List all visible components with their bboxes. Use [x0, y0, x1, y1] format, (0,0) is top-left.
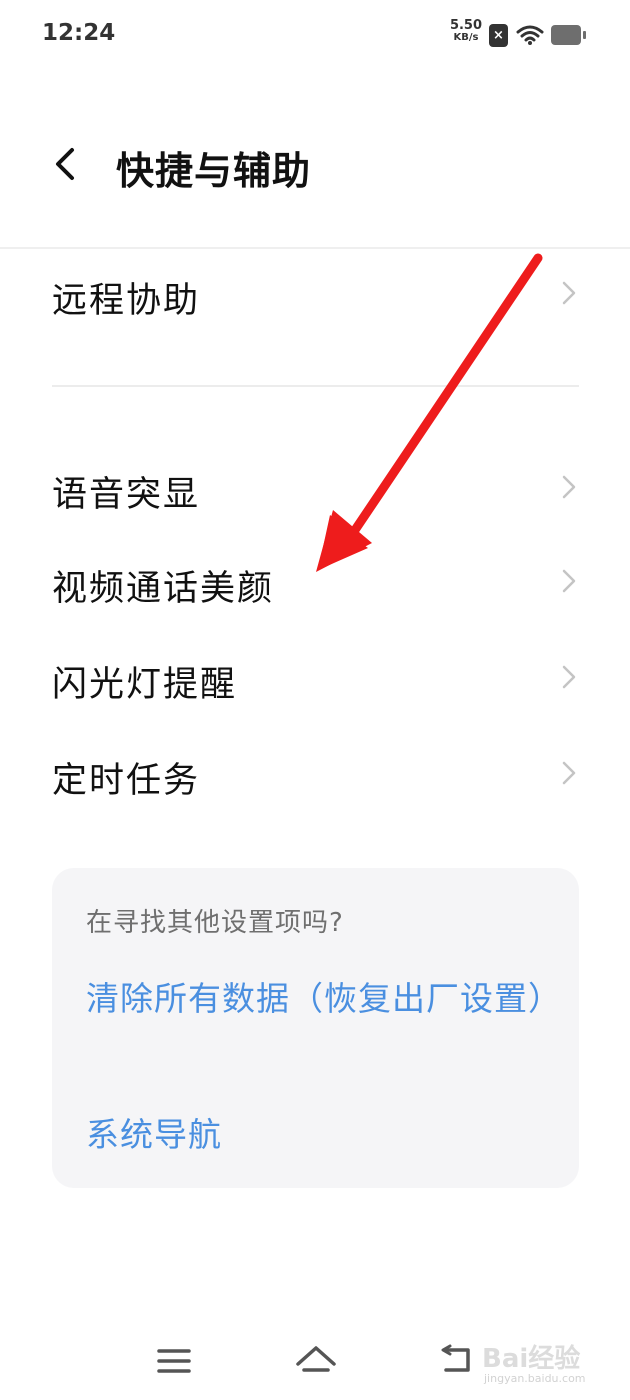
- page-header: 快捷与辅助: [0, 110, 630, 220]
- menu-item-label: 视频通话美颜: [52, 569, 275, 609]
- menu-item-label: 语音突显: [52, 475, 201, 515]
- menu-item-remote-assist[interactable]: 远程协助: [0, 248, 630, 338]
- network-speed-unit: KB/s: [453, 32, 479, 43]
- sim-x-icon: ×: [489, 24, 508, 47]
- watermark-text: Bai经验: [482, 1344, 581, 1374]
- menu-item-label: 闪光灯提醒: [52, 665, 238, 705]
- page-title: 快捷与辅助: [116, 149, 312, 193]
- chevron-right-icon: [562, 761, 576, 785]
- menu-icon[interactable]: [156, 1346, 192, 1376]
- suggestion-card: 在寻找其他设置项吗? 清除所有数据（恢复出厂设置） 系统导航: [52, 868, 579, 1188]
- menu-item-flash-alert[interactable]: 闪光灯提醒: [0, 632, 630, 722]
- system-navigation-link[interactable]: 系统导航: [86, 1108, 222, 1156]
- section-divider: [52, 385, 579, 387]
- menu-item-video-call-beauty[interactable]: 视频通话美颜: [0, 536, 630, 626]
- menu-item-scheduled-task[interactable]: 定时任务: [0, 728, 630, 818]
- network-speed-value: 5.50: [449, 18, 483, 33]
- back-icon[interactable]: [438, 1344, 474, 1376]
- wifi-icon: [516, 25, 544, 45]
- chevron-right-icon: [562, 281, 576, 305]
- factory-reset-link[interactable]: 清除所有数据（恢复出厂设置）: [86, 974, 561, 1023]
- chevron-right-icon: [562, 665, 576, 689]
- chevron-right-icon: [562, 475, 576, 499]
- back-chevron-icon[interactable]: [48, 144, 82, 184]
- status-time: 12:24: [42, 20, 116, 46]
- home-icon[interactable]: [294, 1342, 338, 1378]
- status-bar: 12:24 5.50 KB/s ×: [0, 0, 630, 70]
- chevron-right-icon: [562, 569, 576, 593]
- menu-item-label: 远程协助: [52, 281, 201, 321]
- menu-item-label: 定时任务: [52, 761, 201, 801]
- network-speed: 5.50 KB/s: [446, 18, 486, 44]
- baidu-watermark: Bai经验 jingyan.baidu.com: [478, 1330, 623, 1390]
- watermark-url: jingyan.baidu.com: [484, 1372, 586, 1385]
- menu-item-voice-highlight[interactable]: 语音突显: [0, 442, 630, 532]
- battery-icon: [551, 25, 586, 45]
- suggestion-question: 在寻找其他设置项吗?: [86, 908, 344, 938]
